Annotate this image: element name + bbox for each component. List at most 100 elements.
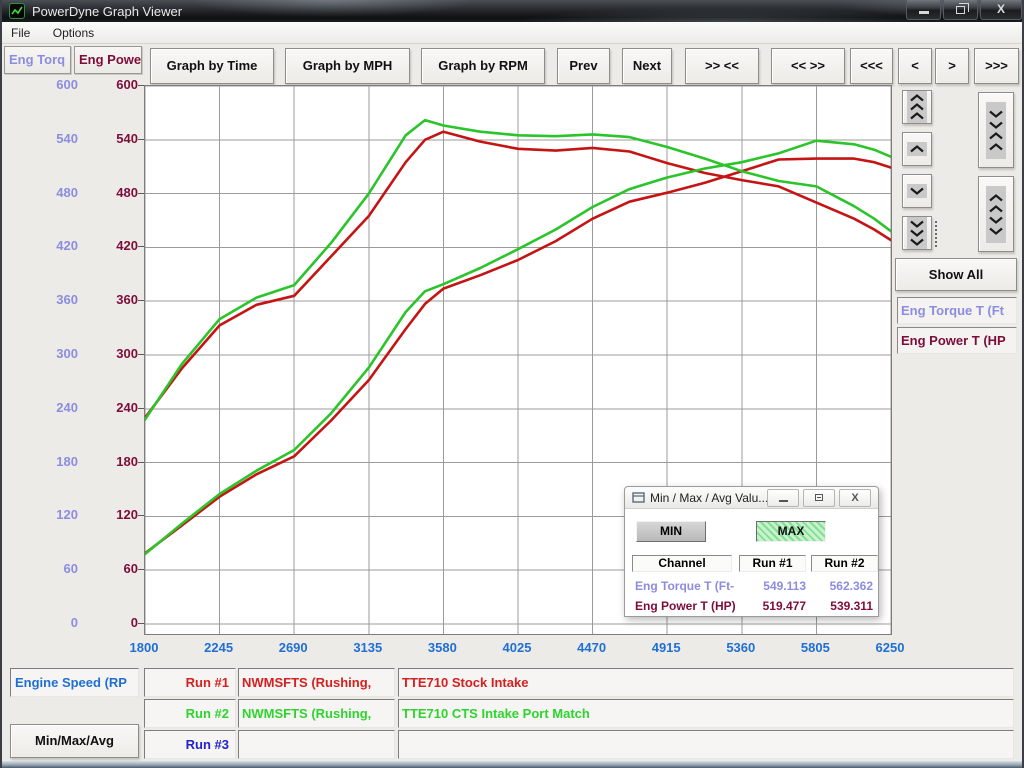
- app-icon: [9, 3, 25, 19]
- window-bottom-frame: [2, 761, 1022, 768]
- torque-axis-button[interactable]: Eng Torq: [4, 46, 71, 74]
- minimize-icon: [919, 11, 929, 14]
- power-run2-value: 539.311: [811, 599, 873, 613]
- titlebar[interactable]: PowerDyne Graph Viewer X: [2, 0, 1022, 22]
- close-icon: X: [981, 0, 1021, 19]
- y-axis-label-power: 240: [82, 400, 138, 416]
- scroll-up-fast-button[interactable]: [902, 90, 932, 124]
- x-axis-channel-button[interactable]: Engine Speed (RP: [10, 668, 139, 697]
- run1-label[interactable]: Run #1: [144, 668, 236, 697]
- resize-grip[interactable]: [935, 221, 938, 247]
- run2-header[interactable]: Run #2: [811, 555, 878, 572]
- run1-description-field[interactable]: TTE710 Stock Intake: [398, 668, 1014, 697]
- restore-icon: [815, 494, 823, 501]
- minmax-restore-button[interactable]: [803, 489, 835, 507]
- run2-description-field[interactable]: TTE710 CTS Intake Port Match: [398, 699, 1014, 728]
- prev-button[interactable]: Prev: [557, 48, 610, 84]
- scroll-up-button[interactable]: [902, 132, 932, 166]
- max-toggle-button[interactable]: MAX: [756, 521, 826, 542]
- menu-file[interactable]: File: [2, 22, 39, 40]
- x-axis-label: 4915: [636, 640, 696, 655]
- channel-header[interactable]: Channel: [632, 555, 732, 572]
- minmax-window-icon: [632, 492, 646, 504]
- close-icon: X: [840, 490, 870, 507]
- torque-row-label: Eng Torque T (Ft-: [635, 579, 734, 593]
- run1-file-field[interactable]: NWMSFTS (Rushing,: [238, 668, 395, 697]
- minmax-minimize-button[interactable]: [767, 489, 799, 507]
- zoom-out-horizontal-button[interactable]: << >>: [771, 48, 845, 84]
- y-axis-label-power: 600: [82, 77, 138, 93]
- y-axis-label-torque: 60: [2, 561, 78, 577]
- minmax-close-button[interactable]: X: [839, 489, 871, 507]
- power-run1-value: 519.477: [739, 599, 806, 613]
- y-axis-label-power: 300: [82, 346, 138, 362]
- scroll-down-fast-button[interactable]: [902, 216, 932, 250]
- scroll-up-fast-icon: [907, 91, 927, 123]
- power-row-label: Eng Power T (HP): [635, 599, 736, 613]
- scroll-up-icon: [907, 142, 927, 156]
- restore-icon: [956, 6, 965, 14]
- scroll-down-button[interactable]: [902, 174, 932, 208]
- app-window: PowerDyne Graph Viewer X File Options En…: [0, 0, 1024, 768]
- minmaxavg-button[interactable]: Min/Max/Avg: [10, 724, 139, 758]
- y-axis-label-power: 480: [82, 185, 138, 201]
- zoom-in-horizontal-button[interactable]: >> <<: [685, 48, 759, 84]
- pan-right-button[interactable]: >: [935, 48, 969, 84]
- y-axis-label-power: 540: [82, 131, 138, 147]
- y-axis-label-power: 180: [82, 454, 138, 470]
- y-axis-label-torque: 540: [2, 131, 78, 147]
- pan-right-fast-button[interactable]: >>>: [974, 48, 1019, 84]
- y-axis-label-power: 420: [82, 238, 138, 254]
- x-axis-label: 3580: [412, 640, 472, 655]
- next-button[interactable]: Next: [622, 48, 672, 84]
- window-title: PowerDyne Graph Viewer: [32, 4, 182, 19]
- run3-description-field[interactable]: [398, 730, 1014, 759]
- y-axis-label-power: 360: [82, 292, 138, 308]
- x-axis-label: 3135: [338, 640, 398, 655]
- zoom-in-vertical-button[interactable]: [978, 92, 1014, 168]
- menu-options[interactable]: Options: [44, 22, 103, 40]
- pan-left-button[interactable]: <: [898, 48, 932, 84]
- minimize-button[interactable]: [906, 0, 941, 20]
- power-channel-button[interactable]: Eng Power T (HP: [897, 327, 1017, 354]
- y-axis-label-power: 120: [82, 507, 138, 523]
- torque-run2-value: 562.362: [811, 579, 873, 593]
- minimize-icon: [779, 500, 788, 502]
- run3-file-field[interactable]: [238, 730, 395, 759]
- graph-by-mph-button[interactable]: Graph by MPH: [285, 48, 410, 84]
- scroll-down-fast-icon: [907, 217, 927, 249]
- x-axis-label: 4470: [562, 640, 622, 655]
- run3-label[interactable]: Run #3: [144, 730, 236, 759]
- zoom-in-vertical-icon: [986, 102, 1006, 159]
- run2-label[interactable]: Run #2: [144, 699, 236, 728]
- x-axis-label: 1800: [114, 640, 174, 655]
- y-axis-label-torque: 600: [2, 77, 78, 93]
- x-axis-label: 2245: [189, 640, 249, 655]
- y-axis-label-power: 60: [82, 561, 138, 577]
- min-toggle-button[interactable]: MIN: [636, 521, 706, 542]
- graph-by-time-button[interactable]: Graph by Time: [150, 48, 274, 84]
- pan-left-fast-button[interactable]: <<<: [850, 48, 893, 84]
- x-axis-label: 5805: [785, 640, 845, 655]
- scroll-down-icon: [907, 184, 927, 198]
- run1-header[interactable]: Run #1: [739, 555, 806, 572]
- y-axis-label-torque: 180: [2, 454, 78, 470]
- graph-by-rpm-button[interactable]: Graph by RPM: [421, 48, 545, 84]
- torque-channel-button[interactable]: Eng Torque T (Ft: [897, 297, 1017, 324]
- y-axis-label-torque: 420: [2, 238, 78, 254]
- x-axis-label: 5360: [711, 640, 771, 655]
- power-axis-button[interactable]: Eng Powe: [74, 46, 142, 74]
- close-button[interactable]: X: [980, 0, 1022, 20]
- zoom-out-vertical-button[interactable]: [978, 176, 1014, 252]
- x-axis-label: 2690: [263, 640, 323, 655]
- y-axis-label-torque: 480: [2, 185, 78, 201]
- torque-run1-value: 549.113: [739, 579, 806, 593]
- run2-file-field[interactable]: NWMSFTS (Rushing,: [238, 699, 395, 728]
- show-all-button[interactable]: Show All: [895, 258, 1017, 291]
- y-axis-label-power: 0: [82, 615, 138, 631]
- y-axis-label-torque: 300: [2, 346, 78, 362]
- y-axis-label-torque: 120: [2, 507, 78, 523]
- minmax-titlebar[interactable]: Min / Max / Avg Valu... X: [625, 487, 878, 509]
- restore-button[interactable]: [943, 0, 978, 20]
- minmax-window-title: Min / Max / Avg Valu...: [650, 491, 768, 505]
